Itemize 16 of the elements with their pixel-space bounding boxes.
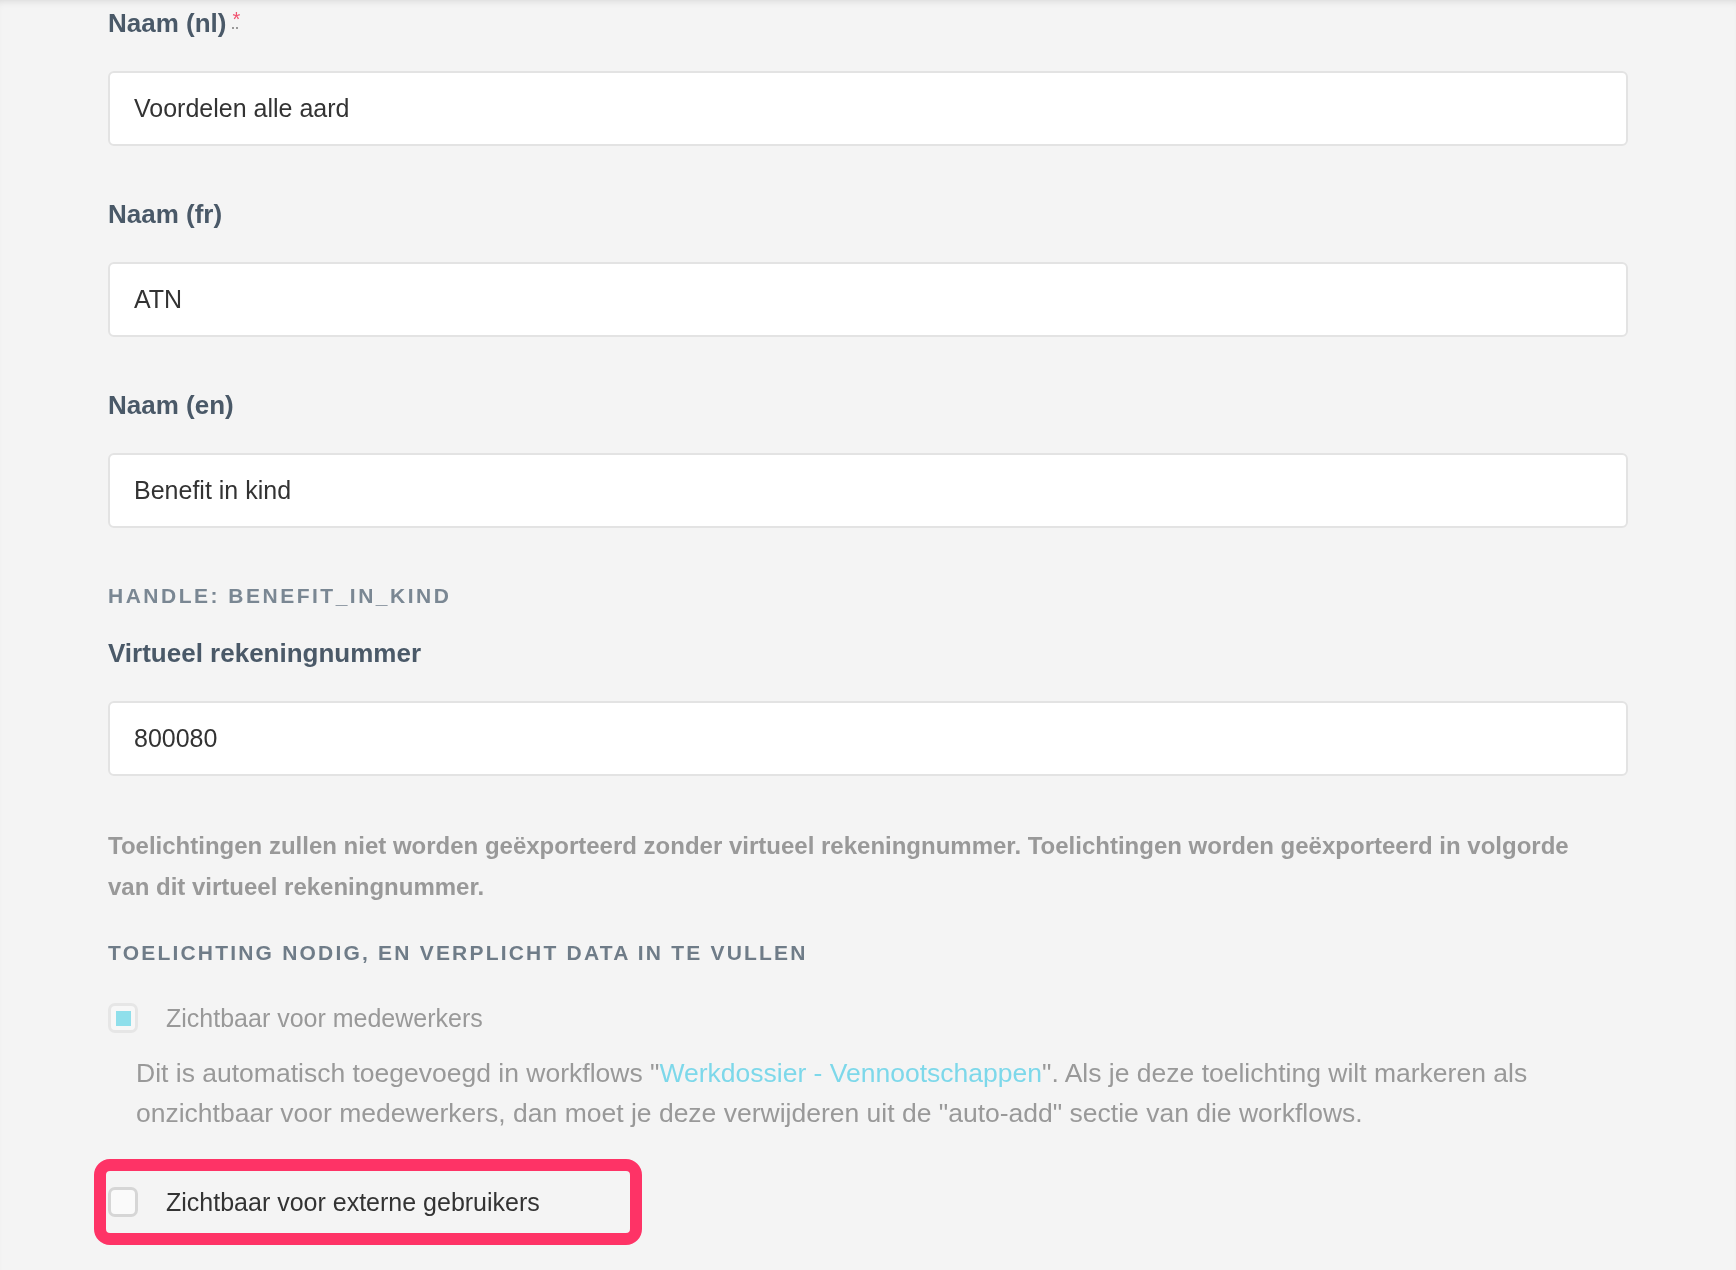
text-field[interactable]: ATN (108, 262, 1628, 337)
checkbox[interactable] (108, 1187, 138, 1217)
field-label: Naam (fr) (108, 199, 223, 230)
required-mark: * (232, 8, 241, 31)
section-heading: TOELICHTING NODIG, EN VERPLICHT DATA IN TE VULLEN (108, 941, 809, 965)
handle-text: HANDLE: BENEFIT_IN_KIND (108, 584, 453, 608)
note-text: Dit is automatisch toegevoegd in workflows "Werkdossier - Vennootschappen". Als je deze toelichting wilt markeren als onzichtbaar voor medewerkers, dan moet je deze verwijderen uit de "auto-add" sectie van die workflows. (136, 1057, 1529, 1130)
checkbox-label: Zichtbaar voor medewerkers (166, 1003, 483, 1033)
field-label: Naam (nl) (108, 8, 227, 39)
text-field[interactable]: Benefit in kind (108, 453, 1628, 528)
text-field[interactable]: Voordelen alle aard (108, 71, 1628, 146)
text-field[interactable]: 800080 (108, 701, 1628, 776)
checkbox-label: Zichtbaar voor externe gebruikers (166, 1187, 540, 1217)
field-label: Naam (en) (108, 390, 234, 421)
field-label: Virtueel rekeningnummer (108, 638, 422, 669)
help-text: Toelichtingen zullen niet worden geëxporteerd zonder virtueel rekeningnummer. Toelichtingen worden geëxporteerd in volgorde van dit virtueel rekeningnummer. (108, 831, 1570, 902)
